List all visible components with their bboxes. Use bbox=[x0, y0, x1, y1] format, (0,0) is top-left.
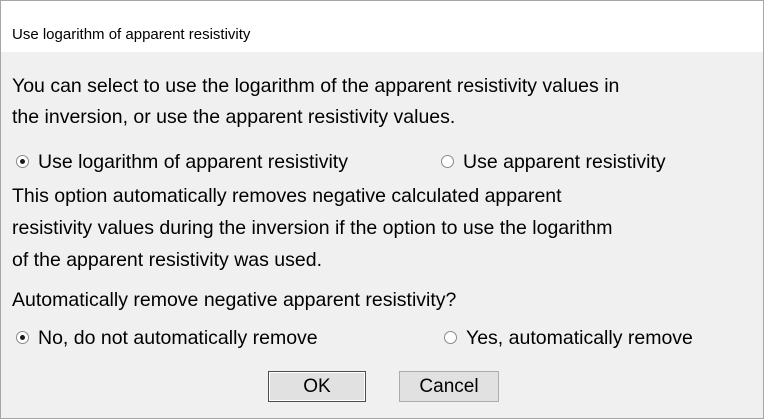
ok-button[interactable]: OK bbox=[268, 371, 366, 402]
radio-label-yes-remove: Yes, automatically remove bbox=[466, 327, 693, 349]
radio-use-apparent[interactable]: Use apparent resistivity bbox=[441, 150, 741, 174]
note-text-line-1: This option automatically removes negati… bbox=[12, 185, 562, 207]
question-text: Automatically remove negative apparent r… bbox=[12, 289, 457, 311]
radio-unselected-icon bbox=[444, 331, 457, 344]
note-text-line-2: resistivity values during the inversion … bbox=[12, 217, 613, 239]
dialog-window: Use logarithm of apparent resistivity Yo… bbox=[0, 0, 764, 419]
window-title: Use logarithm of apparent resistivity bbox=[12, 26, 251, 43]
intro-text-line-1: You can select to use the logarithm of t… bbox=[12, 75, 620, 97]
radio-label-use-logarithm: Use logarithm of apparent resistivity bbox=[38, 151, 348, 173]
radio-use-logarithm[interactable]: Use logarithm of apparent resistivity bbox=[16, 150, 358, 174]
title-bar[interactable]: Use logarithm of apparent resistivity bbox=[1, 1, 763, 52]
cancel-button[interactable]: Cancel bbox=[399, 371, 499, 402]
radio-label-use-apparent: Use apparent resistivity bbox=[463, 151, 666, 173]
intro-text-line-2: the inversion, or use the apparent resis… bbox=[12, 106, 456, 128]
radio-no-remove[interactable]: No, do not automatically remove bbox=[16, 326, 386, 350]
dialog-body: You can select to use the logarithm of t… bbox=[1, 52, 763, 418]
radio-yes-remove[interactable]: Yes, automatically remove bbox=[444, 326, 744, 350]
note-text-line-3: of the apparent resistivity was used. bbox=[12, 249, 322, 271]
radio-selected-icon bbox=[16, 155, 29, 168]
radio-label-no-remove: No, do not automatically remove bbox=[38, 327, 318, 349]
radio-unselected-icon bbox=[441, 155, 454, 168]
radio-selected-icon bbox=[16, 331, 29, 344]
